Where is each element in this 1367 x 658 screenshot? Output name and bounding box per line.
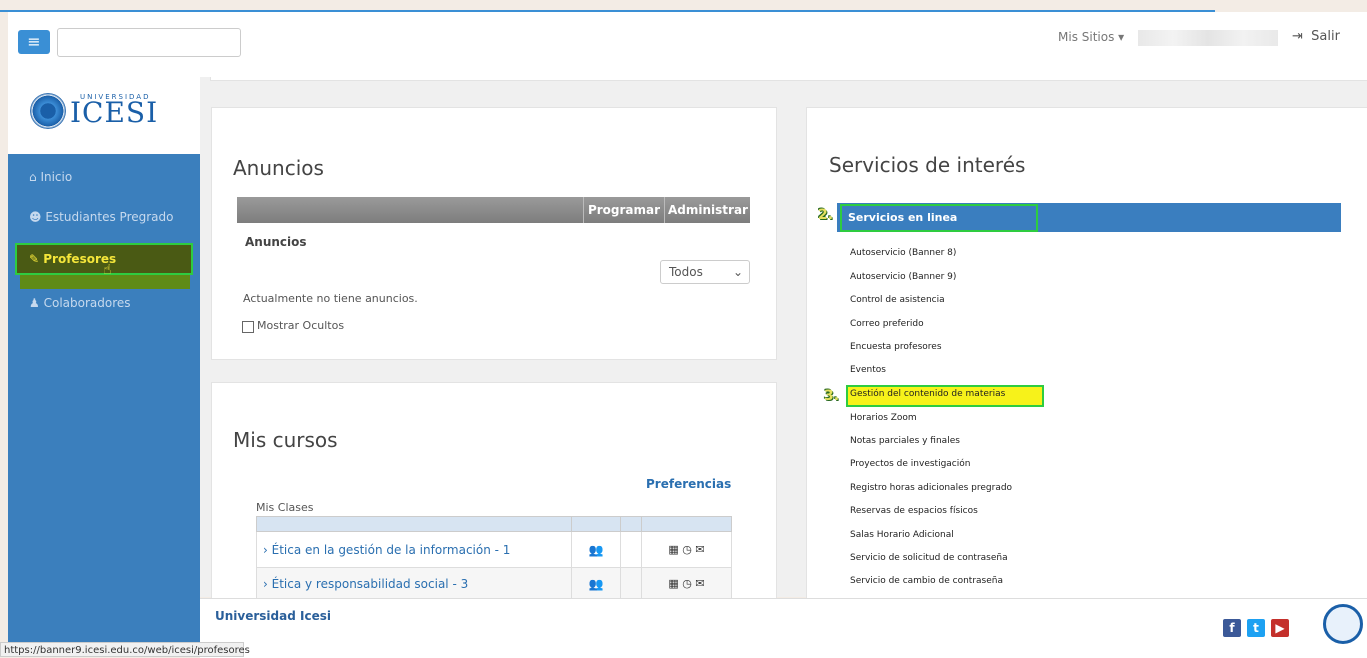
footer-link[interactable]: Universidad Icesi — [215, 609, 331, 623]
salir-button[interactable]: ⇥ Salir — [1292, 29, 1340, 44]
servicios-panel — [806, 107, 1367, 600]
anuncios-empty: Actualmente no tiene anuncios. — [243, 292, 418, 305]
sidebar-item-label: Colaboradores — [43, 296, 131, 310]
clock-icon[interactable]: ◷ — [682, 577, 692, 590]
administrar-button[interactable]: Administrar — [664, 197, 751, 223]
avatar[interactable] — [1323, 604, 1363, 644]
group-icon[interactable]: 👥 — [571, 567, 621, 600]
clock-icon[interactable]: ◷ — [682, 543, 692, 556]
user-name-redacted — [1138, 30, 1278, 46]
service-link[interactable]: Reservas de espacios físicos — [850, 506, 978, 516]
logo-emblem-icon — [30, 93, 66, 129]
calendar-icon[interactable]: ▦ — [668, 543, 678, 556]
students-icon: ☻ — [29, 210, 42, 224]
chevron-down-icon: ⌄ — [732, 265, 743, 279]
mis-sitios-dropdown[interactable]: Mis Sitios ▾ — [1058, 30, 1124, 44]
course-link[interactable]: › Ética en la gestión de la información … — [256, 531, 572, 568]
filter-value: Todos — [669, 265, 703, 279]
service-link[interactable]: Correo preferido — [850, 319, 924, 329]
service-link[interactable]: Servicio de cambio de contraseña — [850, 576, 1003, 586]
servicios-title: Servicios de interés — [829, 153, 1026, 177]
course-actions: ▦ ◷ ✉ — [641, 531, 732, 568]
course-name: Ética y responsabilidad social - 3 — [271, 576, 469, 591]
sidebar-item-label: Inicio — [40, 170, 73, 184]
status-url: https://banner9.icesi.edu.co/web/icesi/p… — [0, 642, 250, 657]
service-link-gestion[interactable]: Gestión del contenido de materias — [850, 389, 1005, 399]
show-hidden-checkbox[interactable] — [242, 321, 254, 333]
service-link[interactable]: Control de asistencia — [850, 295, 945, 305]
sidebar — [8, 154, 200, 657]
sidebar-item-colaboradores[interactable]: ♟ Colaboradores — [29, 296, 131, 310]
service-link[interactable]: Horarios Zoom — [850, 413, 917, 423]
anuncios-title: Anuncios — [233, 156, 324, 180]
course-actions: ▦ ◷ ✉ — [641, 567, 732, 600]
service-link[interactable]: Servicio de solicitud de contraseña — [850, 553, 1008, 563]
servicios-en-linea-link[interactable]: Servicios en linea — [848, 211, 957, 224]
envelope-icon[interactable]: ✉ — [695, 543, 704, 556]
service-link[interactable]: Autoservicio (Banner 8) — [850, 248, 956, 258]
salir-label: Salir — [1311, 29, 1340, 44]
staff-icon: ♟ — [29, 296, 40, 310]
facebook-icon[interactable]: f — [1223, 619, 1241, 637]
service-link[interactable]: Eventos — [850, 365, 886, 375]
service-link[interactable]: Registro horas adicionales pregrado — [850, 483, 1012, 493]
sidebar-item-label: Estudiantes Pregrado — [45, 210, 174, 224]
anuncios-filter-select[interactable]: Todos ⌄ — [660, 260, 750, 284]
top-panel-edge — [210, 77, 1367, 81]
service-link[interactable]: Autoservicio (Banner 9) — [850, 272, 956, 282]
cursos-title: Mis cursos — [233, 428, 338, 452]
table-row: › Ética y responsabilidad social - 3 👥 ▦… — [256, 567, 732, 600]
group-icon[interactable]: 👥 — [571, 531, 621, 568]
service-link[interactable]: Encuesta profesores — [850, 342, 942, 352]
sidebar-item-inicio[interactable]: ⌂ Inicio — [29, 170, 72, 184]
mis-clases-label: Mis Clases — [256, 501, 314, 514]
course-link[interactable]: › Ética y responsabilidad social - 3 — [256, 567, 572, 600]
show-hidden-label: Mostrar Ocultos — [257, 319, 345, 332]
calendar-icon[interactable]: ▦ — [668, 577, 678, 590]
sign-out-icon: ⇥ — [1292, 29, 1303, 44]
preferencias-link[interactable]: Preferencias — [646, 477, 731, 491]
envelope-icon[interactable]: ✉ — [695, 577, 704, 590]
programar-button[interactable]: Programar — [583, 197, 664, 223]
courses-table: › Ética en la gestión de la información … — [256, 516, 732, 600]
twitter-icon[interactable]: t — [1247, 619, 1265, 637]
teacher-icon: ✎ — [29, 252, 40, 266]
anuncios-subtitle: Anuncios — [245, 235, 307, 249]
logo-text: ICESI — [70, 96, 159, 129]
service-link[interactable]: Proyectos de investigación — [850, 459, 970, 469]
service-link[interactable]: Notas parciales y finales — [850, 436, 960, 446]
youtube-icon[interactable]: ▶ — [1271, 619, 1289, 637]
hand-cursor-icon: ☝ — [103, 262, 112, 278]
hamburger-icon[interactable]: ≡ — [18, 30, 50, 54]
home-icon: ⌂ — [29, 170, 37, 184]
footer — [200, 598, 1367, 658]
annotation-2: 2. — [818, 207, 834, 223]
course-name: Ética en la gestión de la información - … — [271, 542, 511, 557]
table-header — [256, 516, 732, 532]
sidebar-item-estudiantes[interactable]: ☻ Estudiantes Pregrado — [29, 210, 174, 224]
service-link[interactable]: Salas Horario Adicional — [850, 530, 954, 540]
search-input[interactable] — [57, 28, 241, 57]
table-row: › Ética en la gestión de la información … — [256, 531, 732, 568]
annotation-3: 3. — [824, 388, 840, 404]
